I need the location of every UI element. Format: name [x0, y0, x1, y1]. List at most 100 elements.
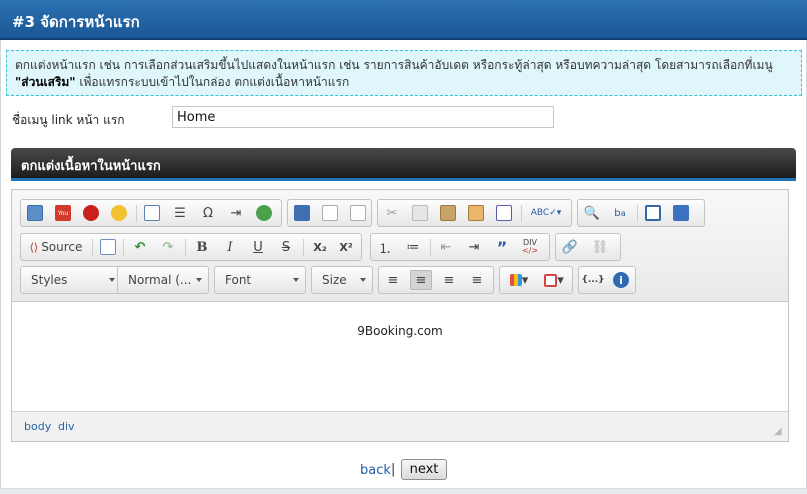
- toolbar-group-links: 🔗 ⛓: [555, 233, 621, 261]
- rich-text-editor: You ☰ Ω ⇥ ✂ ABC✓▾ 🔍 ba ⟨⟩ Source ↶ ↷ B I…: [11, 189, 789, 442]
- source-label: Source: [41, 240, 83, 254]
- replace-icon[interactable]: ba: [609, 203, 631, 223]
- align-center-icon[interactable]: ≡: [410, 270, 432, 290]
- toolbar-separator: [430, 239, 431, 256]
- footer-separator: |: [391, 462, 396, 477]
- link-icon[interactable]: 🔗: [559, 237, 581, 257]
- table-grid-icon[interactable]: ▾: [538, 270, 570, 290]
- smiley-icon[interactable]: [108, 203, 130, 223]
- about-icon[interactable]: i: [610, 270, 632, 290]
- special-char-icon[interactable]: Ω: [197, 203, 219, 223]
- toolbar-separator: [136, 205, 137, 222]
- find-icon[interactable]: 🔍: [581, 203, 603, 223]
- page-break-icon[interactable]: ⇥: [225, 203, 247, 223]
- info-box: ตกแต่งหน้าแรก เช่น การเลือกส่วนเสริมขึ้น…: [6, 50, 802, 96]
- info-text-bold: "ส่วนเสริม": [15, 75, 76, 89]
- save-icon[interactable]: [291, 203, 313, 223]
- toolbar-group-table: ▾ ▾: [499, 266, 573, 294]
- toolbar-separator: [123, 239, 124, 256]
- editor-toolbar: You ☰ Ω ⇥ ✂ ABC✓▾ 🔍 ba ⟨⟩ Source ↶ ↷ B I…: [12, 190, 788, 302]
- footer-nav: back | next: [0, 458, 807, 482]
- element-path-body[interactable]: body: [24, 420, 51, 433]
- undo-icon[interactable]: ↶: [129, 237, 151, 257]
- horizontal-line-icon[interactable]: ☰: [169, 203, 191, 223]
- new-page-icon[interactable]: [319, 203, 341, 223]
- chevron-down-icon: [360, 278, 366, 282]
- paste-icon[interactable]: [437, 203, 459, 223]
- unlink-icon[interactable]: ⛓: [589, 237, 611, 257]
- paste-word-icon[interactable]: [493, 203, 515, 223]
- font-label: Font: [225, 273, 252, 287]
- editor-content-area[interactable]: 9Booking.com: [12, 302, 788, 411]
- toolbar-group-misc: {...} i: [578, 266, 636, 294]
- toolbar-group-source: ⟨⟩ Source ↶ ↷ B I U S X₂ X²: [20, 233, 362, 261]
- spellcheck-icon[interactable]: ABC✓▾: [526, 203, 566, 223]
- select-all-icon[interactable]: [97, 237, 119, 257]
- format-label: Normal (...: [128, 273, 192, 287]
- size-dropdown[interactable]: Size: [311, 266, 373, 294]
- page-bottom-edge: [0, 488, 807, 494]
- toolbar-group-lists: ⒈ ≔ ⇤ ⇥ ” DIV </>: [370, 233, 550, 261]
- redo-icon[interactable]: ↷: [157, 237, 179, 257]
- menu-name-label: ชื่อเมนู link หน้า แรก: [12, 113, 125, 127]
- info-text-1: ตกแต่งหน้าแรก เช่น การเลือกส่วนเสริมขึ้น…: [15, 58, 773, 72]
- editor-content-text: 9Booking.com: [357, 324, 443, 338]
- styles-dropdown[interactable]: Styles: [20, 266, 122, 294]
- menu-name-input[interactable]: [172, 106, 554, 128]
- toolbar-separator: [92, 239, 93, 256]
- toolbar-group-find: 🔍 ba: [577, 199, 705, 227]
- format-dropdown[interactable]: Normal (...: [117, 266, 209, 294]
- section-title: ตกแต่งเนื้อหาในหน้าแรก: [21, 159, 161, 174]
- preview-icon[interactable]: [347, 203, 369, 223]
- underline-button[interactable]: U: [247, 237, 269, 257]
- numbered-list-icon[interactable]: ⒈: [374, 237, 396, 257]
- paste-text-icon[interactable]: [465, 203, 487, 223]
- styles-label: Styles: [31, 273, 68, 287]
- text-color-icon[interactable]: ▾: [503, 270, 535, 290]
- table-icon[interactable]: [141, 203, 163, 223]
- size-label: Size: [322, 273, 347, 287]
- menu-name-row: ชื่อเมนู link หน้า แรก: [12, 106, 802, 130]
- cut-icon[interactable]: ✂: [381, 203, 403, 223]
- indent-icon[interactable]: ⇥: [463, 237, 485, 257]
- maximize-icon[interactable]: [642, 203, 664, 223]
- editor-status-bar: body div ◢: [12, 411, 788, 441]
- toolbar-separator: [637, 205, 638, 222]
- copy-icon[interactable]: [409, 203, 431, 223]
- code-snippet-icon[interactable]: {...}: [581, 270, 604, 290]
- source-button[interactable]: ⟨⟩ Source: [24, 237, 88, 257]
- resize-handle-icon[interactable]: ◢: [774, 427, 784, 437]
- strikethrough-button[interactable]: S: [275, 237, 297, 257]
- chevron-down-icon: [109, 278, 115, 282]
- flash-icon[interactable]: [80, 203, 102, 223]
- align-right-icon[interactable]: ≡: [438, 270, 460, 290]
- outdent-icon[interactable]: ⇤: [435, 237, 457, 257]
- align-justify-icon[interactable]: ≡: [466, 270, 488, 290]
- bulleted-list-icon[interactable]: ≔: [402, 237, 424, 257]
- toolbar-group-align: ≡ ≡ ≡ ≡: [378, 266, 494, 294]
- bold-button[interactable]: B: [191, 237, 213, 257]
- insert-image-icon[interactable]: [24, 203, 46, 223]
- italic-button[interactable]: I: [219, 237, 241, 257]
- show-blocks-icon[interactable]: [670, 203, 692, 223]
- page-title: #3 จัดการหน้าแรก: [12, 13, 140, 31]
- superscript-button[interactable]: X²: [335, 237, 357, 257]
- title-bar: #3 จัดการหน้าแรก: [0, 0, 807, 40]
- toolbar-separator: [521, 205, 522, 222]
- source-icon: ⟨⟩: [29, 240, 39, 254]
- info-text-2: เพื่อแทรกระบบเข้าไปในกล่อง ตกแต่งเนื้อหา…: [75, 75, 350, 89]
- chevron-down-icon: [196, 278, 202, 282]
- element-path-div[interactable]: div: [58, 420, 75, 433]
- blockquote-icon[interactable]: ”: [491, 237, 513, 257]
- toolbar-group-document: [287, 199, 372, 227]
- toolbar-group-insert: You ☰ Ω ⇥: [20, 199, 282, 227]
- back-link[interactable]: back: [360, 463, 391, 478]
- next-button[interactable]: next: [401, 459, 447, 480]
- subscript-button[interactable]: X₂: [309, 237, 331, 257]
- iframe-icon[interactable]: [253, 203, 275, 223]
- create-div-icon[interactable]: DIV </>: [519, 237, 541, 257]
- font-dropdown[interactable]: Font: [214, 266, 306, 294]
- youtube-icon[interactable]: You: [52, 203, 74, 223]
- chevron-down-icon: [293, 278, 299, 282]
- align-left-icon[interactable]: ≡: [382, 270, 404, 290]
